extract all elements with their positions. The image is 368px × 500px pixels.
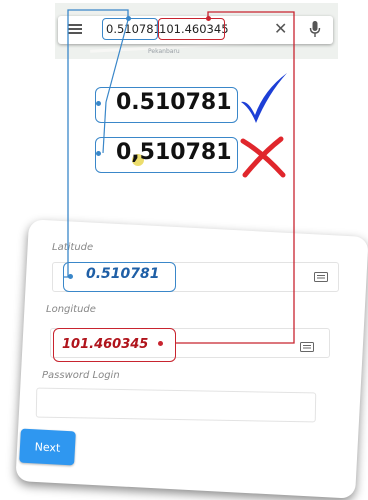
connector-dot [96,101,101,106]
connector-dot [68,274,73,279]
annotation-connectors [63,9,295,344]
connector-dot [126,16,131,21]
connector-dot [206,16,211,21]
connector-dot [158,341,163,346]
connector-dot [96,151,101,156]
